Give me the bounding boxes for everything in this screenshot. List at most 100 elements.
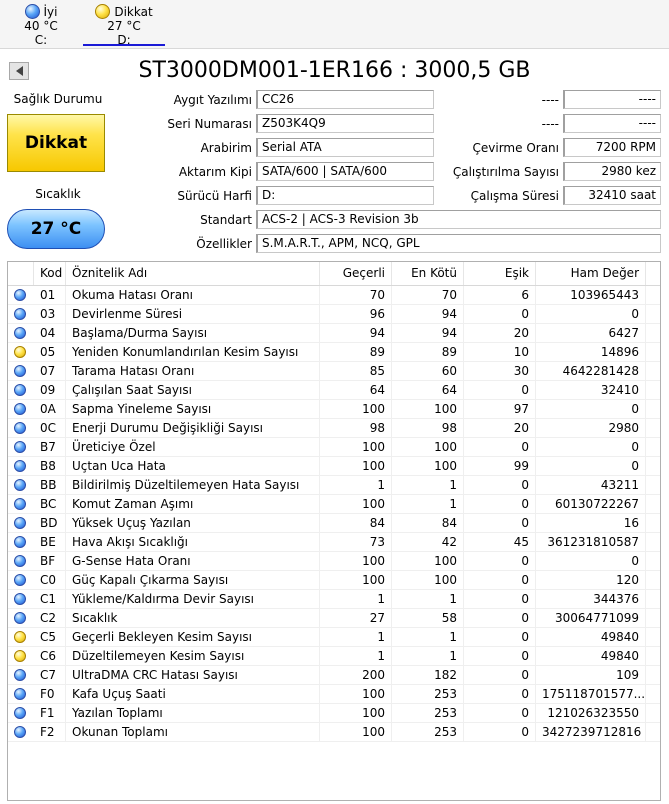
cell-threshold: 45 (464, 533, 536, 551)
table-row[interactable]: F2 Okunan Toplamı 100 253 0 3427239712816 (8, 723, 660, 742)
unknown-label-1: ---- (541, 93, 559, 107)
table-row[interactable]: F0 Kafa Uçuş Saati 100 253 0 175118701577... (8, 685, 660, 704)
cell-raw-value: 6427 (536, 324, 646, 342)
caution-status-icon (14, 650, 26, 662)
cell-raw-value: 120 (536, 571, 646, 589)
good-status-icon (14, 726, 26, 738)
rotation-rate-field: 7200 RPM (563, 138, 661, 157)
table-row[interactable]: B8 Uçtan Uca Hata 100 100 99 0 (8, 457, 660, 476)
table-row[interactable]: 0C Enerji Durumu Değişikliği Sayısı 98 98 20… (8, 419, 660, 438)
cell-name: Devirlenme Süresi (66, 305, 320, 323)
cell-id: 05 (34, 343, 66, 361)
column-header-id[interactable]: Kod (34, 262, 66, 285)
disk-tab-status: İyi (43, 4, 58, 19)
column-header-worst[interactable]: En Kötü (392, 262, 464, 285)
standard-label: Standart (200, 213, 252, 227)
cell-raw-value: 175118701577... (536, 685, 646, 703)
good-status-icon (14, 441, 26, 453)
caution-status-icon (95, 4, 111, 19)
table-row[interactable]: C2 Sıcaklık 27 58 0 30064771099 (8, 609, 660, 628)
power-on-hours-label: Çalışma Süresi (470, 189, 559, 203)
table-header: Kod Öznitelik Adı Geçerli En Kötü Eşik H… (8, 262, 660, 286)
good-status-icon (14, 384, 26, 396)
disk-tabs-bar: İyi 40 °C C: Dikkat 27 °C D: (0, 0, 669, 49)
cell-id: 0C (34, 419, 66, 437)
column-header-status[interactable] (8, 262, 34, 285)
disk-tab-drive: D: (117, 33, 131, 47)
good-status-icon (14, 688, 26, 700)
cell-id: 03 (34, 305, 66, 323)
cell-raw-value: 0 (536, 400, 646, 418)
disk-tab-d[interactable]: Dikkat 27 °C D: (83, 0, 165, 47)
table-row[interactable]: C1 Yükleme/Kaldırma Devir Sayısı 1 1 0 344376 (8, 590, 660, 609)
cell-name: Geçerli Bekleyen Kesim Sayısı (66, 628, 320, 646)
table-row[interactable]: 0A Sapma Yineleme Sayısı 100 100 97 0 (8, 400, 660, 419)
cell-name: Uçtan Uca Hata (66, 457, 320, 475)
smart-attributes-table[interactable]: Kod Öznitelik Adı Geçerli En Kötü Eşik H… (7, 261, 661, 801)
cell-worst: 98 (392, 419, 464, 437)
cell-threshold: 0 (464, 647, 536, 665)
good-status-icon (14, 289, 26, 301)
cell-name: Yüksek Uçuş Yazılan (66, 514, 320, 532)
table-row[interactable]: 07 Tarama Hatası Oranı 85 60 30 4642281428 (8, 362, 660, 381)
column-header-current[interactable]: Geçerli (320, 262, 392, 285)
cell-current: 100 (320, 438, 392, 456)
table-row[interactable]: C7 UltraDMA CRC Hatası Sayısı 200 182 0 109 (8, 666, 660, 685)
table-row[interactable]: C0 Güç Kapalı Çıkarma Sayısı 100 100 0 120 (8, 571, 660, 590)
cell-threshold: 0 (464, 305, 536, 323)
cell-raw-value: 49840 (536, 647, 646, 665)
temperature-badge[interactable]: 27 °C (7, 209, 105, 249)
cell-worst: 253 (392, 723, 464, 741)
table-row[interactable]: BD Yüksek Uçuş Yazılan 84 84 0 16 (8, 514, 660, 533)
table-row[interactable]: 05 Yeniden Konumlandırılan Kesim Sayısı 89… (8, 343, 660, 362)
table-row[interactable]: 01 Okuma Hatası Oranı 70 70 6 103965443 (8, 286, 660, 305)
cell-threshold: 0 (464, 495, 536, 513)
cell-threshold: 30 (464, 362, 536, 380)
health-status-badge[interactable]: Dikkat (7, 114, 105, 172)
good-status-icon (14, 593, 26, 605)
cell-id: B8 (34, 457, 66, 475)
good-status-icon (14, 612, 26, 624)
table-row[interactable]: 09 Çalışılan Saat Sayısı 64 64 0 32410 (8, 381, 660, 400)
table-row[interactable]: C6 Düzeltilemeyen Kesim Sayısı 1 1 0 49840 (8, 647, 660, 666)
table-row[interactable]: BE Hava Akışı Sıcaklığı 73 42 45 361231810587 (8, 533, 660, 552)
table-row[interactable]: C5 Geçerli Bekleyen Kesim Sayısı 1 1 0 49840 (8, 628, 660, 647)
column-header-raw-value[interactable]: Ham Değer (536, 262, 646, 285)
firmware-field: CC26 (256, 90, 434, 109)
cell-threshold: 0 (464, 590, 536, 608)
cell-raw-value: 60130722267 (536, 495, 646, 513)
cell-raw-value: 109 (536, 666, 646, 684)
cell-current: 1 (320, 590, 392, 608)
table-row[interactable]: 04 Başlama/Durma Sayısı 94 94 20 6427 (8, 324, 660, 343)
cell-current: 100 (320, 685, 392, 703)
power-on-count-field: 2980 kez (563, 162, 661, 181)
table-row[interactable]: B7 Üreticiye Özel 100 100 0 0 (8, 438, 660, 457)
column-header-name[interactable]: Öznitelik Adı (66, 262, 320, 285)
disk-tab-c[interactable]: İyi 40 °C C: (0, 0, 82, 47)
cell-raw-value: 361231810587 (536, 533, 646, 551)
cell-raw-value: 49840 (536, 628, 646, 646)
column-header-threshold[interactable]: Eşik (464, 262, 536, 285)
cell-threshold: 99 (464, 457, 536, 475)
features-label: Özellikler (196, 237, 252, 251)
table-row[interactable]: F1 Yazılan Toplamı 100 253 0 121026323550 (8, 704, 660, 723)
cell-id: C2 (34, 609, 66, 627)
serial-field: Z503K4Q9 (256, 114, 434, 133)
good-status-icon (14, 460, 26, 472)
table-row[interactable]: BB Bildirilmiş Düzeltilemeyen Hata Sayısı… (8, 476, 660, 495)
good-status-icon (14, 308, 26, 320)
cell-current: 200 (320, 666, 392, 684)
cell-threshold: 0 (464, 438, 536, 456)
table-row[interactable]: 03 Devirlenme Süresi 96 94 0 0 (8, 305, 660, 324)
unknown-field-1: ---- (563, 90, 661, 109)
table-row[interactable]: BF G-Sense Hata Oranı 100 100 0 0 (8, 552, 660, 571)
good-status-icon (14, 422, 26, 434)
cell-threshold: 20 (464, 419, 536, 437)
table-row[interactable]: BC Komut Zaman Aşımı 100 1 0 60130722267 (8, 495, 660, 514)
drive-letter-field: D: (256, 186, 434, 205)
cell-threshold: 0 (464, 628, 536, 646)
cell-id: 09 (34, 381, 66, 399)
cell-id: BF (34, 552, 66, 570)
cell-current: 100 (320, 704, 392, 722)
cell-current: 89 (320, 343, 392, 361)
